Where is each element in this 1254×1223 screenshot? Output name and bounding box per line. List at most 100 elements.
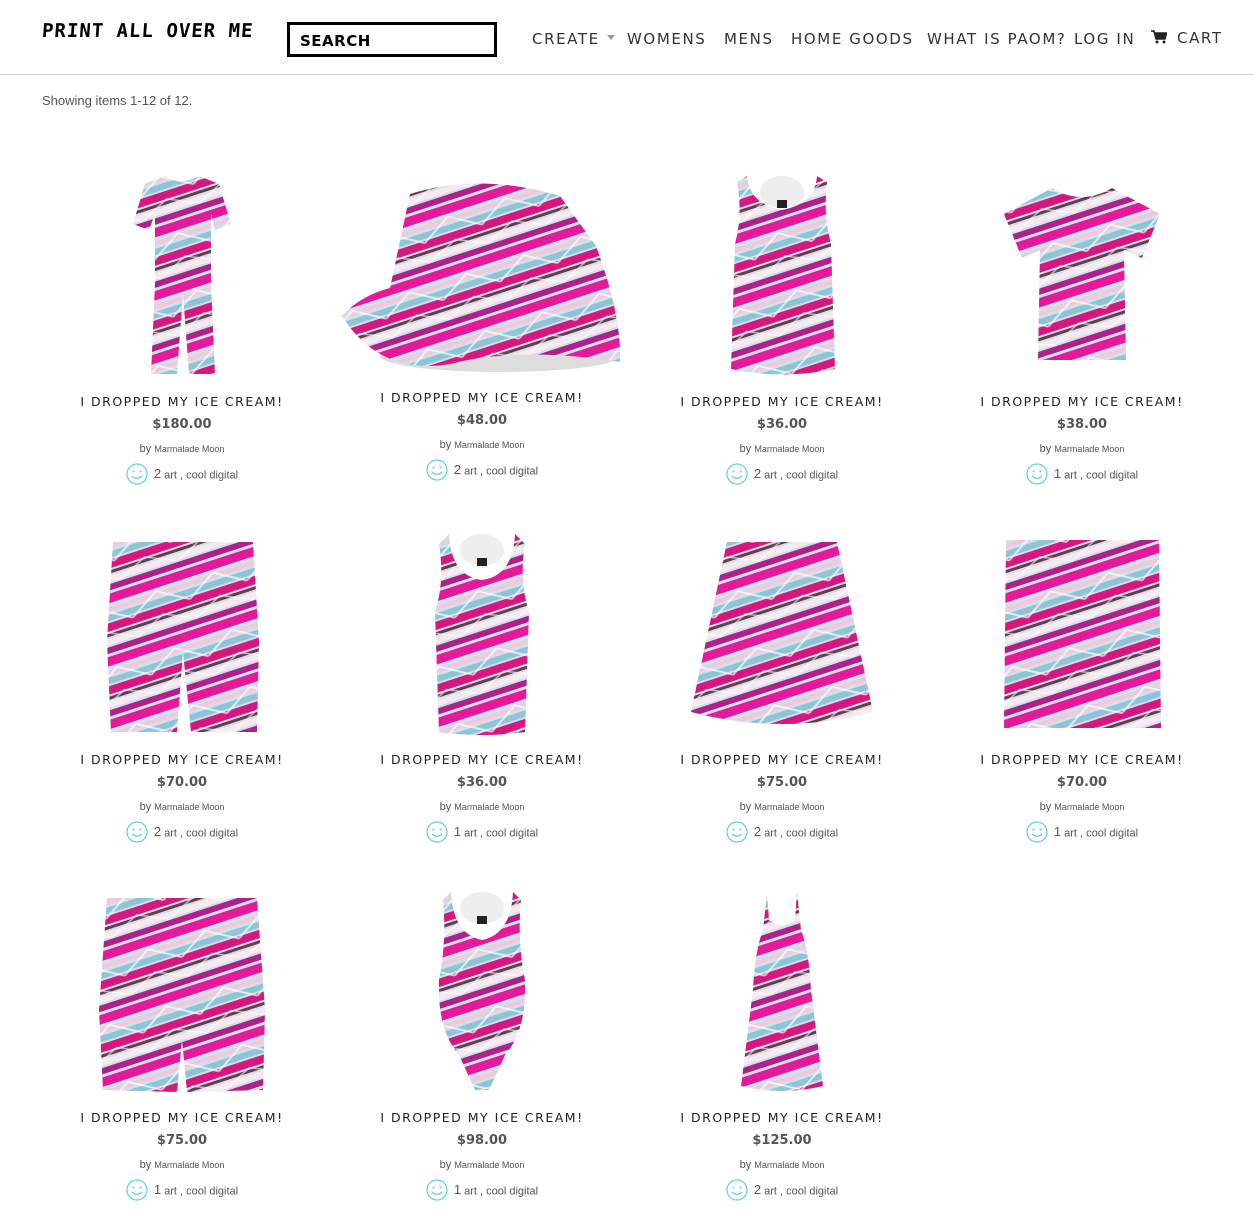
product-card[interactable]: I DROPPED MY ICE CREAM! $75.00 by Marmalad… [632, 530, 932, 843]
product-image[interactable] [332, 532, 632, 737]
product-title[interactable]: I DROPPED MY ICE CREAM! [632, 394, 932, 409]
tag-list[interactable]: art , cool digital [1064, 827, 1138, 839]
product-image[interactable] [632, 532, 932, 737]
artist-link[interactable]: Marmalade Moon [754, 444, 824, 454]
artist-link[interactable]: Marmalade Moon [454, 1160, 524, 1170]
product-title[interactable]: I DROPPED MY ICE CREAM! [632, 752, 932, 767]
smiley-like-icon[interactable] [426, 1179, 448, 1204]
smiley-like-icon[interactable] [726, 821, 748, 846]
smiley-like-icon[interactable] [426, 821, 448, 846]
nav-log-in[interactable]: LOG IN [1074, 30, 1135, 52]
artist-link[interactable]: Marmalade Moon [454, 802, 524, 812]
like-count: 1 [453, 824, 462, 840]
byline-prefix: by [739, 801, 755, 813]
tag-list[interactable]: art , cool digital [164, 1185, 238, 1197]
byline-prefix: by [439, 801, 455, 813]
product-image[interactable] [32, 532, 332, 737]
product-card[interactable]: I DROPPED MY ICE CREAM! $48.00 by Marmalad… [332, 172, 632, 482]
smiley-like-icon[interactable] [126, 821, 148, 846]
tag-list[interactable]: art , cool digital [464, 465, 538, 477]
product-byline: by Marmalade Moon [332, 439, 632, 451]
product-image[interactable] [332, 176, 632, 381]
product-image[interactable] [632, 890, 932, 1095]
product-title[interactable]: I DROPPED MY ICE CREAM! [32, 752, 332, 767]
product-card[interactable]: I DROPPED MY ICE CREAM! $98.00 by Marmalad… [332, 888, 632, 1201]
tag-list[interactable]: art , cool digital [464, 827, 538, 839]
site-header: PRINT ALL OVER ME CREATE WOMENS MENS HOM… [0, 0, 1254, 75]
smiley-like-icon[interactable] [1026, 821, 1048, 846]
artist-link[interactable]: Marmalade Moon [154, 1160, 224, 1170]
tag-list[interactable]: art , cool digital [464, 1185, 538, 1197]
product-price: $48.00 [456, 413, 508, 428]
product-image[interactable] [32, 174, 332, 379]
artist-link[interactable]: Marmalade Moon [154, 444, 224, 454]
product-title[interactable]: I DROPPED MY ICE CREAM! [32, 394, 332, 409]
product-price: $75.00 [756, 775, 808, 790]
nav-cart[interactable]: CART [1151, 29, 1223, 51]
product-title[interactable]: I DROPPED MY ICE CREAM! [632, 1110, 932, 1125]
like-count: 2 [753, 824, 762, 840]
product-byline: by Marmalade Moon [932, 443, 1232, 455]
product-image[interactable] [632, 174, 932, 379]
tag-list[interactable]: art , cool digital [164, 469, 238, 481]
cart-icon [1151, 30, 1168, 44]
product-tags: 2 art , cool digital [332, 459, 632, 484]
tag-list[interactable]: art , cool digital [764, 1185, 838, 1197]
tag-list[interactable]: art , cool digital [164, 827, 238, 839]
product-card[interactable]: I DROPPED MY ICE CREAM! $36.00 by Marmalad… [332, 530, 632, 843]
product-title[interactable]: I DROPPED MY ICE CREAM! [32, 1110, 332, 1125]
artist-link[interactable]: Marmalade Moon [1054, 802, 1124, 812]
product-title[interactable]: I DROPPED MY ICE CREAM! [932, 394, 1232, 409]
like-count: 2 [453, 462, 462, 478]
smiley-like-icon[interactable] [426, 459, 448, 484]
nav-womens[interactable]: WOMENS [627, 30, 706, 52]
product-byline: by Marmalade Moon [332, 1159, 632, 1171]
smiley-like-icon[interactable] [126, 1179, 148, 1204]
chevron-down-icon [606, 35, 615, 40]
byline-prefix: by [139, 1159, 155, 1171]
product-image[interactable] [332, 890, 632, 1095]
product-title[interactable]: I DROPPED MY ICE CREAM! [932, 752, 1232, 767]
product-image[interactable] [932, 174, 1232, 379]
product-card[interactable]: I DROPPED MY ICE CREAM! $125.00 by Marmala… [632, 888, 932, 1201]
nav-what-is-paom[interactable]: WHAT IS PAOM? [927, 30, 1066, 52]
byline-prefix: by [439, 439, 455, 451]
site-logo[interactable]: PRINT ALL OVER ME [41, 20, 254, 42]
nav-mens[interactable]: MENS [724, 30, 774, 52]
product-image[interactable] [932, 532, 1232, 737]
product-price: $70.00 [1056, 775, 1108, 790]
smiley-like-icon[interactable] [126, 463, 148, 488]
like-count: 1 [1053, 466, 1062, 482]
artist-link[interactable]: Marmalade Moon [454, 440, 524, 450]
product-card[interactable]: I DROPPED MY ICE CREAM! $75.00 by Marmalad… [32, 888, 332, 1201]
product-card[interactable]: I DROPPED MY ICE CREAM! $70.00 by Marmalad… [32, 530, 332, 843]
nav-home-goods[interactable]: HOME GOODS [791, 30, 914, 52]
artist-link[interactable]: Marmalade Moon [754, 802, 824, 812]
tag-list[interactable]: art , cool digital [1064, 469, 1138, 481]
product-title[interactable]: I DROPPED MY ICE CREAM! [332, 752, 632, 767]
product-tags: 2 art , cool digital [632, 1179, 932, 1204]
product-card[interactable]: I DROPPED MY ICE CREAM! $38.00 by Marmalad… [932, 172, 1232, 485]
product-card[interactable]: I DROPPED MY ICE CREAM! $70.00 by Marmalad… [932, 530, 1232, 843]
smiley-like-icon[interactable] [1026, 463, 1048, 488]
product-card[interactable]: I DROPPED MY ICE CREAM! $180.00 by Marmala… [32, 172, 332, 485]
tag-list[interactable]: art , cool digital [764, 469, 838, 481]
product-byline: by Marmalade Moon [32, 1159, 332, 1171]
product-card[interactable]: I DROPPED MY ICE CREAM! $36.00 by Marmalad… [632, 172, 932, 485]
artist-link[interactable]: Marmalade Moon [154, 802, 224, 812]
search-input[interactable] [290, 25, 494, 54]
like-count: 2 [153, 466, 162, 482]
search-box[interactable] [287, 22, 497, 57]
tag-list[interactable]: art , cool digital [764, 827, 838, 839]
artist-link[interactable]: Marmalade Moon [1054, 444, 1124, 454]
product-title[interactable]: I DROPPED MY ICE CREAM! [332, 1110, 632, 1125]
product-image[interactable] [32, 890, 332, 1095]
product-title[interactable]: I DROPPED MY ICE CREAM! [332, 390, 632, 405]
artist-link[interactable]: Marmalade Moon [754, 1160, 824, 1170]
product-price: $38.00 [1056, 417, 1108, 432]
smiley-like-icon[interactable] [726, 463, 748, 488]
product-tags: 2 art , cool digital [632, 463, 932, 488]
nav-create[interactable]: CREATE [532, 30, 615, 52]
smiley-like-icon[interactable] [726, 1179, 748, 1204]
product-tags: 1 art , cool digital [332, 1179, 632, 1204]
